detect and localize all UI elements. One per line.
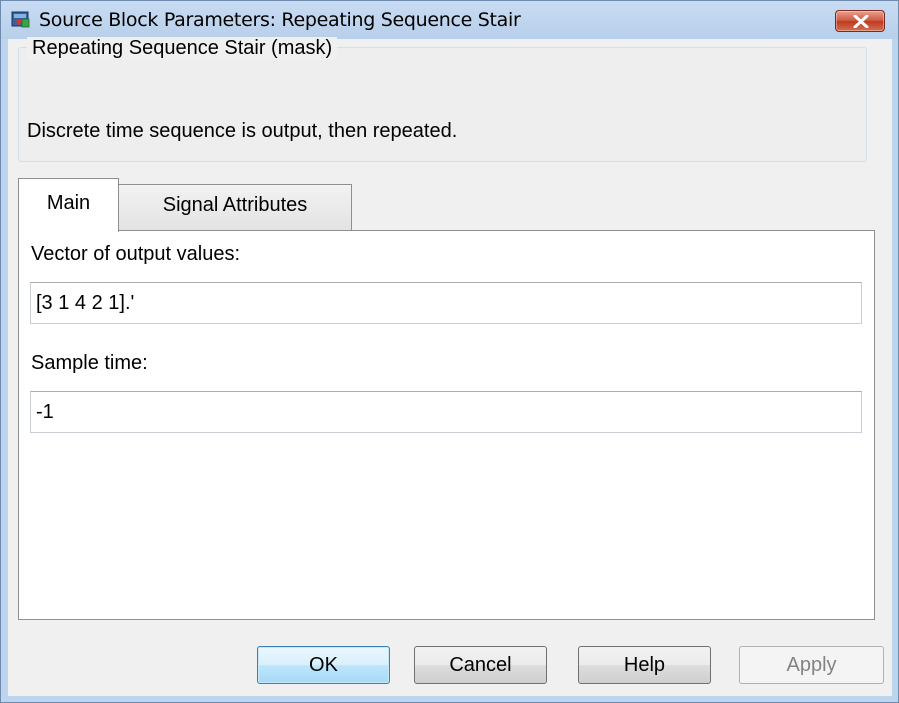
mask-title: Repeating Sequence Stair (mask) <box>27 37 338 60</box>
cancel-button[interactable]: Cancel <box>414 646 547 684</box>
tab-main[interactable]: Main <box>18 178 119 232</box>
simulink-block-icon <box>11 11 31 29</box>
mask-description-group <box>18 47 867 162</box>
help-button[interactable]: Help <box>578 646 711 684</box>
sample-time-field[interactable]: -1 <box>30 391 862 433</box>
title-bar[interactable]: Source Block Parameters: Repeating Seque… <box>1 1 898 39</box>
sample-time-label: Sample time: <box>31 352 148 374</box>
output-values-label: Vector of output values: <box>31 243 241 265</box>
close-icon <box>853 15 869 28</box>
output-values-field[interactable]: [3 1 4 2 1].' <box>30 282 862 324</box>
mask-description: Discrete time sequence is output, then r… <box>27 120 458 142</box>
ok-button[interactable]: OK <box>257 646 390 684</box>
apply-button[interactable]: Apply <box>739 646 884 684</box>
tab-panel-main: Vector of output values: [3 1 4 2 1].' S… <box>18 230 875 620</box>
window-title: Source Block Parameters: Repeating Seque… <box>39 9 521 31</box>
dialog-window: Source Block Parameters: Repeating Seque… <box>0 0 899 703</box>
close-button[interactable] <box>835 10 885 32</box>
tab-signal-attributes[interactable]: Signal Attributes <box>119 184 352 230</box>
